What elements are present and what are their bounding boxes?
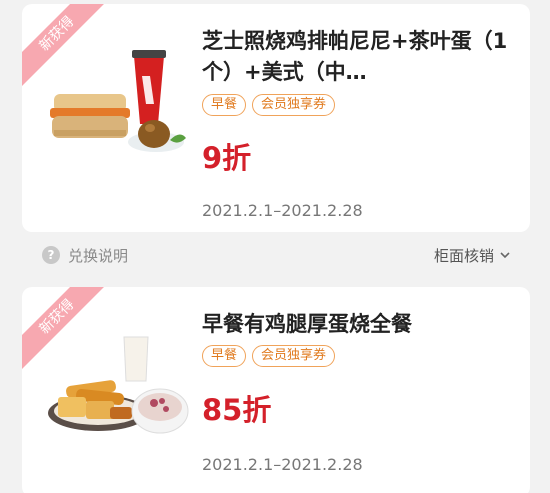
discount-value: 85折: [202, 393, 272, 427]
tag-breakfast: 早餐: [202, 345, 247, 367]
coupon-title: 芝士照烧鸡排帕尼尼+茶叶蛋（1个）+美式（中…: [202, 29, 508, 84]
redeem-instructions-label: 兑换说明: [68, 246, 129, 265]
tag-list: 早餐 会员独享券: [202, 94, 336, 116]
tag-list: 早餐 会员独享券: [202, 345, 336, 367]
counter-redeem-button[interactable]: 柜面核销: [434, 245, 510, 266]
coupon-card[interactable]: 新获得 芝士照烧鸡排帕尼尼+茶叶蛋（1个）+美式（中… 早餐 会员独享券 9折 …: [22, 4, 530, 232]
redeem-instructions-link[interactable]: ? 兑换说明: [42, 245, 128, 266]
validity-period: 2021.2.1–2021.2.28: [202, 455, 363, 474]
coupon-action-bar: ? 兑换说明 柜面核销: [22, 238, 530, 272]
chevron-down-icon: [500, 252, 510, 259]
tag-member-exclusive: 会员独享券: [252, 345, 336, 367]
coupon-title: 早餐有鸡腿厚蛋烧全餐: [202, 312, 412, 336]
discount-value: 9折: [202, 141, 252, 175]
question-icon: ?: [42, 246, 60, 264]
coupon-card[interactable]: 新获得 早餐有鸡腿厚蛋烧全餐 早餐 会员独享券 85折 2021.2.1–202…: [22, 287, 530, 493]
validity-period: 2021.2.1–2021.2.28: [202, 201, 363, 220]
tag-member-exclusive: 会员独享券: [252, 94, 336, 116]
product-image: [50, 50, 186, 152]
tag-breakfast: 早餐: [202, 94, 247, 116]
product-image: [48, 336, 189, 434]
counter-redeem-label: 柜面核销: [433, 246, 494, 265]
